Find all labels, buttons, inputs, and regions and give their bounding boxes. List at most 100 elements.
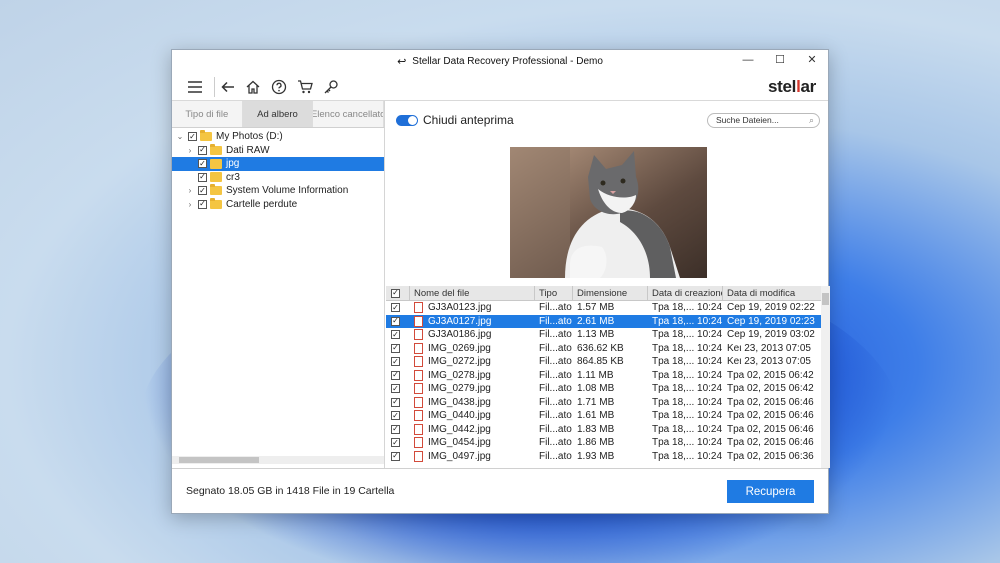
row-checkbox[interactable]: ✓ bbox=[391, 411, 400, 421]
scan-status: Segnato 18.05 GB in 1418 File in 19 Cart… bbox=[186, 485, 395, 497]
row-checkbox[interactable]: ✓ bbox=[391, 330, 400, 340]
type-cell: Fil...ato bbox=[539, 329, 572, 341]
image-preview bbox=[510, 147, 707, 278]
filename-text: IMG_0279.jpg bbox=[428, 383, 491, 395]
chevron-right-icon[interactable]: › bbox=[185, 186, 195, 195]
tree-node[interactable]: ✓ cr3 bbox=[172, 171, 384, 185]
search-input[interactable]: Suche Dateien... ⌕ bbox=[707, 113, 820, 128]
row-checkbox-cell: ✓ bbox=[386, 328, 410, 342]
size-cell: 1.71 MB bbox=[577, 396, 615, 408]
type-cell: Fil...ato bbox=[539, 423, 572, 435]
column-size[interactable]: Dimensione bbox=[573, 286, 648, 300]
row-checkbox-cell: ✓ bbox=[386, 301, 410, 315]
table-row[interactable]: ✓ IMG_0454.jpg Fil...ato 1.86 MB Tpa 18,... … bbox=[386, 436, 830, 450]
size-cell: 1.11 MB bbox=[577, 369, 614, 381]
tree-checkbox[interactable]: ✓ bbox=[198, 186, 207, 196]
folder-icon bbox=[210, 143, 222, 155]
row-checkbox-cell: ✓ bbox=[386, 436, 410, 450]
tree-checkbox[interactable]: ✓ bbox=[198, 172, 207, 182]
tree-checkbox[interactable]: ✓ bbox=[198, 199, 207, 209]
tree-node[interactable]: › ✓ Dati RAW bbox=[172, 143, 384, 158]
row-checkbox-cell: ✓ bbox=[386, 396, 410, 410]
tree-node-label: System Volume Information bbox=[226, 185, 349, 197]
column-type[interactable]: Tipo bbox=[535, 286, 573, 300]
cart-icon[interactable] bbox=[292, 77, 318, 97]
table-row[interactable]: ✓ GJ3A0123.jpg Fil...ato 1.57 MB Tpa 18,... … bbox=[386, 301, 830, 315]
row-checkbox[interactable]: ✓ bbox=[391, 384, 400, 394]
filename-cell: GJ3A0123.jpg bbox=[410, 301, 535, 315]
column-filename[interactable]: Nome del file bbox=[410, 286, 535, 300]
row-checkbox[interactable]: ✓ bbox=[391, 370, 400, 380]
row-checkbox[interactable]: ✓ bbox=[391, 397, 400, 407]
row-checkbox[interactable]: ✓ bbox=[391, 303, 400, 313]
table-row[interactable]: ✓ IMG_0279.jpg Fil...ato 1.08 MB Tpa 18,... … bbox=[386, 382, 830, 396]
row-checkbox[interactable]: ✓ bbox=[391, 424, 400, 434]
chevron-right-icon[interactable]: › bbox=[185, 146, 195, 155]
table-row[interactable]: ✓ IMG_0442.jpg Fil...ato 1.83 MB Tpa 18,... … bbox=[386, 423, 830, 437]
stellar-brand-logo: stellar bbox=[767, 77, 816, 96]
row-checkbox[interactable]: ✓ bbox=[391, 438, 400, 448]
filename-text: IMG_0269.jpg bbox=[428, 342, 491, 354]
help-icon[interactable] bbox=[266, 77, 292, 97]
close-button[interactable]: ✕ bbox=[796, 50, 828, 73]
vertical-scrollbar[interactable] bbox=[821, 286, 830, 468]
created-cell: Tpa 18,... 10:24 bbox=[652, 356, 723, 368]
image-file-icon bbox=[414, 450, 423, 462]
tree-checkbox[interactable]: ✓ bbox=[188, 132, 197, 142]
tree-checkbox[interactable]: ✓ bbox=[198, 145, 207, 155]
filename-cell: IMG_0272.jpg bbox=[410, 355, 535, 369]
tree-checkbox[interactable]: ✓ bbox=[198, 159, 207, 169]
select-all-checkbox[interactable]: ✓ bbox=[386, 286, 410, 300]
horizontal-scrollbar[interactable] bbox=[172, 456, 384, 464]
created-cell: Tpa 18,... 10:24 bbox=[652, 342, 723, 354]
tree-node[interactable]: ⌄ ✓ My Photos (D:) bbox=[172, 130, 384, 144]
image-file-icon bbox=[414, 302, 423, 314]
created-cell: Tpa 18,... 10:24 bbox=[652, 423, 723, 435]
table-row[interactable]: ✓ IMG_0278.jpg Fil...ato 1.11 MB Tpa 18,... … bbox=[386, 369, 830, 383]
tab-deleted-list[interactable]: Elenco cancellato bbox=[313, 101, 385, 127]
size-cell: 1.86 MB bbox=[577, 437, 615, 449]
search-placeholder: Suche Dateien... bbox=[716, 115, 779, 125]
row-checkbox[interactable]: ✓ bbox=[391, 451, 400, 461]
chevron-down-icon[interactable]: ⌄ bbox=[175, 132, 185, 141]
table-row[interactable]: ✓ IMG_0497.jpg Fil...ato 1.93 MB Tpa 18,... … bbox=[386, 450, 830, 464]
window-title: Stellar Data Recovery Professional - Dem… bbox=[412, 56, 603, 67]
preview-toggle[interactable] bbox=[396, 114, 418, 126]
minimize-button[interactable]: — bbox=[732, 50, 764, 73]
scrollbar-thumb[interactable] bbox=[179, 457, 259, 463]
tab-tree-view[interactable]: Ad albero bbox=[242, 101, 314, 127]
table-row[interactable]: ✓ IMG_0440.jpg Fil...ato 1.61 MB Tpa 18,... … bbox=[386, 409, 830, 423]
chevron-right-icon[interactable]: › bbox=[185, 200, 195, 209]
row-checkbox[interactable]: ✓ bbox=[391, 343, 400, 353]
modified-cell: Keι 23, 2013 07:05 bbox=[727, 356, 811, 368]
table-row[interactable]: ✓ GJ3A0127.jpg Fil...ato 2.61 MB Tpa 18,... … bbox=[386, 314, 830, 328]
table-row[interactable]: ✓ IMG_0269.jpg Fil...ato 636.62 KB Tpa 18,..… bbox=[386, 342, 830, 356]
image-file-icon bbox=[414, 383, 423, 395]
row-checkbox[interactable]: ✓ bbox=[391, 357, 400, 367]
menu-icon[interactable] bbox=[182, 77, 208, 97]
sidebar: Tipo di file Ad albero Elenco cancellato… bbox=[172, 101, 385, 468]
row-checkbox[interactable]: ✓ bbox=[391, 316, 400, 326]
home-icon[interactable] bbox=[240, 77, 266, 97]
key-icon[interactable] bbox=[318, 77, 344, 97]
created-cell: Tpa 18,... 10:24 bbox=[652, 302, 723, 314]
created-cell: Tpa 18,... 10:24 bbox=[652, 396, 723, 408]
table-row[interactable]: ✓ IMG_0438.jpg Fil...ato 1.71 MB Tpa 18,... … bbox=[386, 396, 830, 410]
column-created[interactable]: Data di creazione bbox=[648, 286, 723, 300]
tree-node[interactable]: ✓ jpg bbox=[172, 157, 384, 171]
filename-text: IMG_0442.jpg bbox=[428, 423, 491, 435]
scrollbar-thumb[interactable] bbox=[822, 293, 829, 305]
sidebar-tabs: Tipo di file Ad albero Elenco cancellato bbox=[172, 101, 385, 128]
tree-node[interactable]: › ✓ Cartelle perdute bbox=[172, 197, 384, 212]
tab-file-type[interactable]: Tipo di file bbox=[172, 101, 243, 127]
maximize-button[interactable]: ☐ bbox=[764, 50, 796, 73]
image-file-icon bbox=[414, 315, 423, 327]
recover-button[interactable]: Recupera bbox=[727, 480, 814, 503]
table-row[interactable]: ✓ GJ3A0186.jpg Fil...ato 1.13 MB Tpa 18,... … bbox=[386, 328, 830, 342]
created-cell: Tpa 18,... 10:24 bbox=[652, 329, 723, 341]
tree-node[interactable]: › ✓ System Volume Information bbox=[172, 184, 384, 198]
table-row[interactable]: ✓ IMG_0272.jpg Fil...ato 864.85 KB Tpa 18,..… bbox=[386, 355, 830, 369]
column-modified[interactable]: Data di modifica bbox=[723, 286, 822, 300]
back-arrow-icon[interactable] bbox=[214, 76, 240, 97]
modified-cell: Tpa 02, 2015 06:42 bbox=[727, 383, 814, 395]
